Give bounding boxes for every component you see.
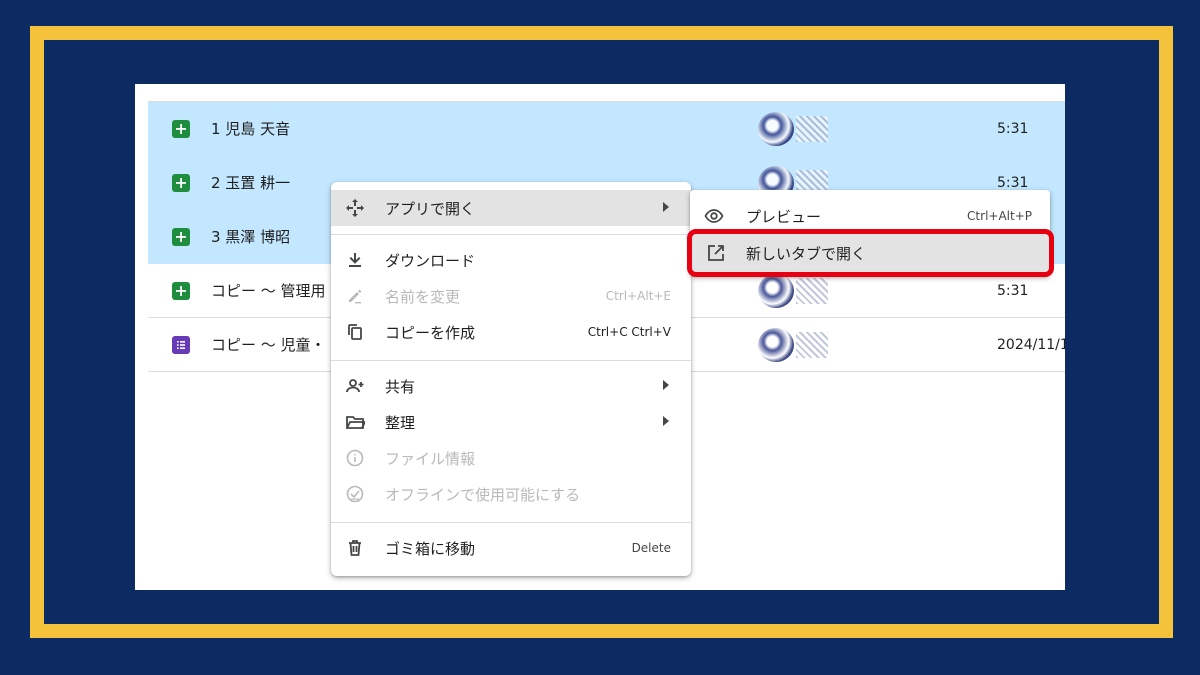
forms-icon bbox=[172, 336, 190, 354]
red-highlight-box bbox=[687, 229, 1054, 277]
shortcut: Delete bbox=[631, 541, 671, 555]
owner-avatar bbox=[758, 274, 794, 308]
menu-label: ダウンロード bbox=[385, 251, 476, 270]
info-icon bbox=[345, 448, 365, 468]
download-icon bbox=[345, 250, 365, 270]
menu-item-rename[interactable]: 名前を変更 Ctrl+Alt+E bbox=[331, 278, 691, 314]
modified-date: 2024/11/19 bbox=[997, 336, 1065, 353]
menu-item-trash[interactable]: ゴミ箱に移動 Delete bbox=[331, 530, 691, 566]
menu-label: ゴミ箱に移動 bbox=[385, 539, 476, 558]
offline-check-icon bbox=[345, 484, 365, 504]
menu-label: 整理 bbox=[385, 413, 416, 432]
menu-item-share[interactable]: 共有 bbox=[331, 368, 691, 404]
menu-item-copy[interactable]: コピーを作成 Ctrl+C Ctrl+V bbox=[331, 314, 691, 350]
sheets-icon bbox=[172, 282, 190, 300]
copy-icon bbox=[345, 322, 365, 342]
move-arrows-icon bbox=[345, 198, 365, 218]
file-name: コピー ～ 管理用 bbox=[211, 282, 326, 300]
menu-label: 名前を変更 bbox=[385, 287, 461, 306]
modified-date: 5:31 bbox=[997, 120, 1029, 137]
modified-date: 5:31 bbox=[997, 174, 1029, 191]
menu-divider bbox=[331, 234, 691, 235]
menu-label: プレビュー bbox=[746, 207, 822, 226]
modified-date: 5:31 bbox=[997, 282, 1029, 299]
menu-item-organize[interactable]: 整理 bbox=[331, 404, 691, 440]
owner-name-blurred bbox=[796, 278, 828, 304]
menu-label: アプリで開く bbox=[385, 199, 476, 218]
sheets-icon bbox=[172, 228, 190, 246]
owner-avatar bbox=[758, 328, 794, 362]
menu-divider bbox=[331, 360, 691, 361]
chevron-right-icon bbox=[663, 416, 669, 426]
shortcut: Ctrl+Alt+E bbox=[605, 289, 671, 303]
file-name: 2 玉置 耕一 bbox=[211, 174, 291, 192]
file-name: コピー ～ 児童・ bbox=[211, 336, 326, 354]
owner-name-blurred bbox=[796, 332, 828, 358]
chevron-right-icon bbox=[663, 380, 669, 390]
menu-divider bbox=[331, 522, 691, 523]
sheets-icon bbox=[172, 174, 190, 192]
owner-name-blurred bbox=[796, 116, 828, 142]
person-add-icon bbox=[345, 376, 365, 396]
sheets-icon bbox=[172, 120, 190, 138]
menu-item-offline[interactable]: オフラインで使用可能にする bbox=[331, 476, 691, 512]
context-menu: アプリで開く ダウンロード 名前を変更 Ctrl+Alt+E コピーを作成 Ct… bbox=[331, 182, 691, 576]
menu-label: 共有 bbox=[385, 377, 416, 396]
file-name: 1 児島 天音 bbox=[211, 120, 291, 138]
menu-item-download[interactable]: ダウンロード bbox=[331, 242, 691, 278]
shortcut: Ctrl+C Ctrl+V bbox=[587, 325, 671, 339]
pencil-icon bbox=[345, 286, 365, 306]
menu-label: ファイル情報 bbox=[385, 449, 476, 468]
menu-item-open-with[interactable]: アプリで開く bbox=[331, 190, 691, 226]
menu-label: コピーを作成 bbox=[385, 323, 476, 342]
chevron-right-icon bbox=[663, 202, 669, 212]
folder-open-icon bbox=[345, 412, 365, 432]
shortcut: Ctrl+Alt+P bbox=[967, 209, 1032, 223]
menu-label: オフラインで使用可能にする bbox=[385, 485, 581, 504]
menu-item-file-info[interactable]: ファイル情報 bbox=[331, 440, 691, 476]
owner-avatar bbox=[758, 112, 794, 146]
trash-icon bbox=[345, 538, 365, 558]
table-row-partial bbox=[148, 84, 1065, 102]
table-row[interactable]: 1 児島 天音 5:31 bbox=[148, 102, 1065, 156]
eye-icon bbox=[704, 206, 724, 226]
file-name: 3 黒澤 博昭 bbox=[211, 228, 291, 246]
